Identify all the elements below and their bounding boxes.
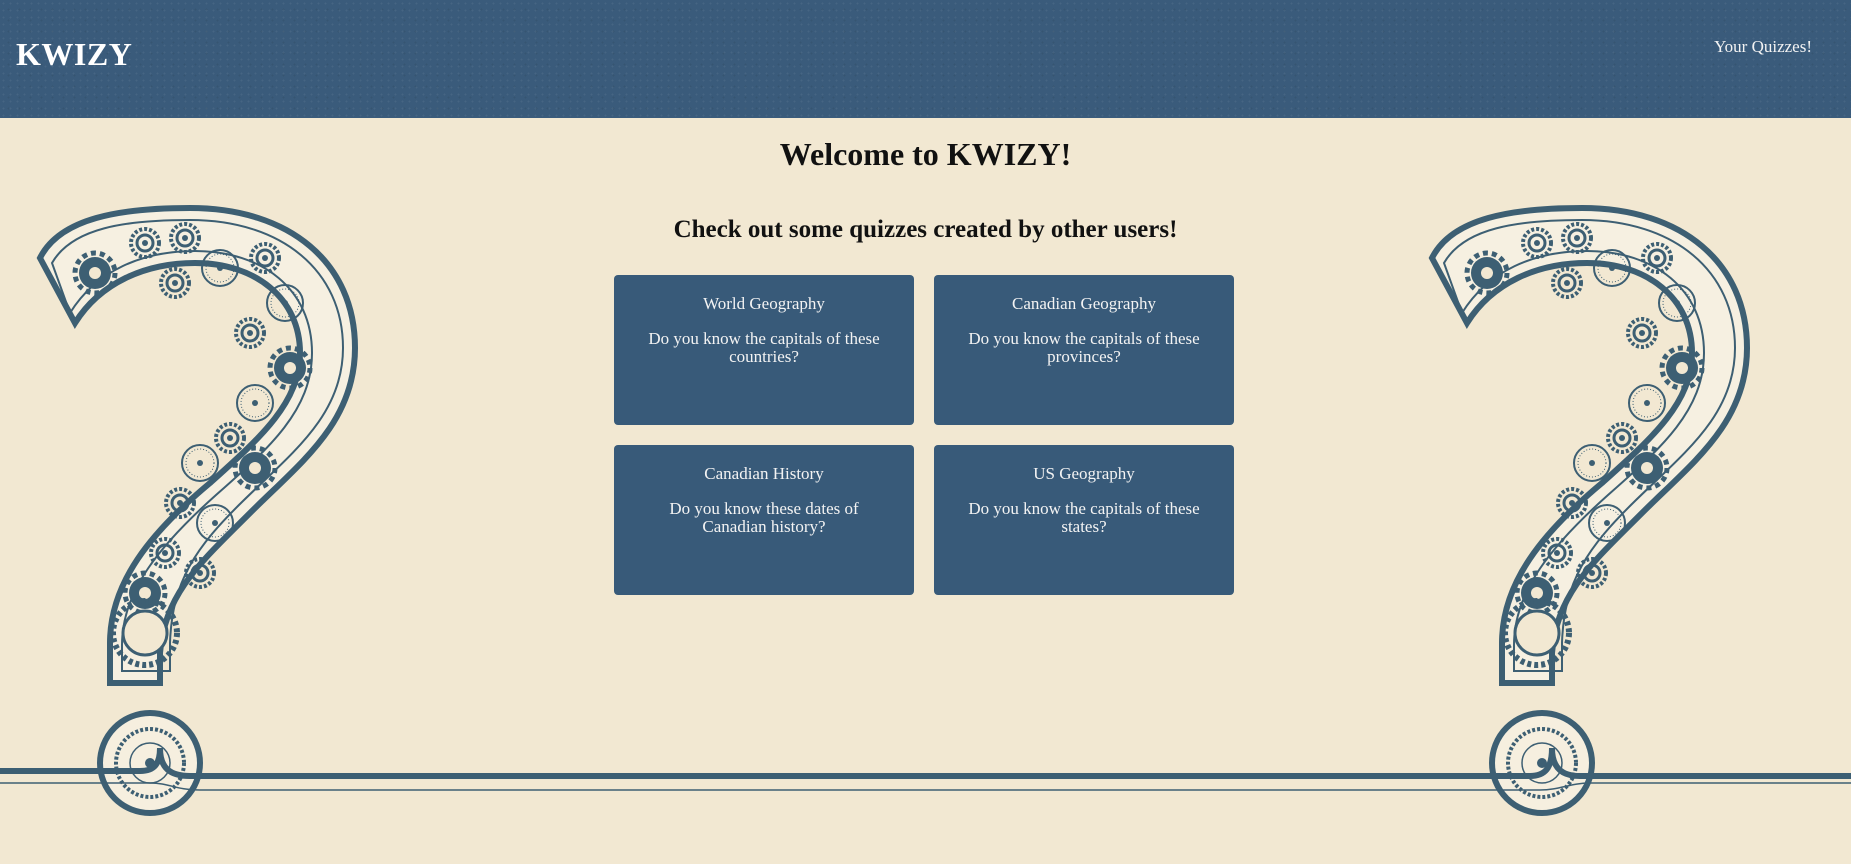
your-quizzes-link[interactable]: Your Quizzes! [1714,37,1812,57]
quiz-card-title: Canadian History [704,464,824,483]
quiz-card-description: Do you know the capitals of these states… [968,499,1200,536]
quiz-card-description: Do you know the capitals of these provin… [968,329,1200,366]
welcome-heading: Welcome to KWIZY! [779,136,1072,172]
quizzes-subtitle: Check out some quizzes created by other … [673,216,1178,243]
quiz-card-description: Do you know the capitals of these countr… [648,329,880,366]
quiz-grid: World Geography Do you know the capitals… [614,275,1234,595]
quiz-card-title: Canadian Geography [1012,294,1156,313]
quiz-card-canadian-geography[interactable]: Canadian Geography Do you know the capit… [934,275,1234,425]
quiz-card-description: Do you know these dates of Canadian hist… [669,499,859,536]
quiz-card-us-geography[interactable]: US Geography Do you know the capitals of… [934,445,1234,595]
top-header: KWIZY Your Quizzes! [0,0,1851,118]
brand-logo[interactable]: KWIZY [16,36,132,73]
quiz-card-canadian-history[interactable]: Canadian History Do you know these dates… [614,445,914,595]
quiz-card-world-geography[interactable]: World Geography Do you know the capitals… [614,275,914,425]
quiz-card-title: World Geography [703,294,825,313]
quiz-card-title: US Geography [1033,464,1135,483]
